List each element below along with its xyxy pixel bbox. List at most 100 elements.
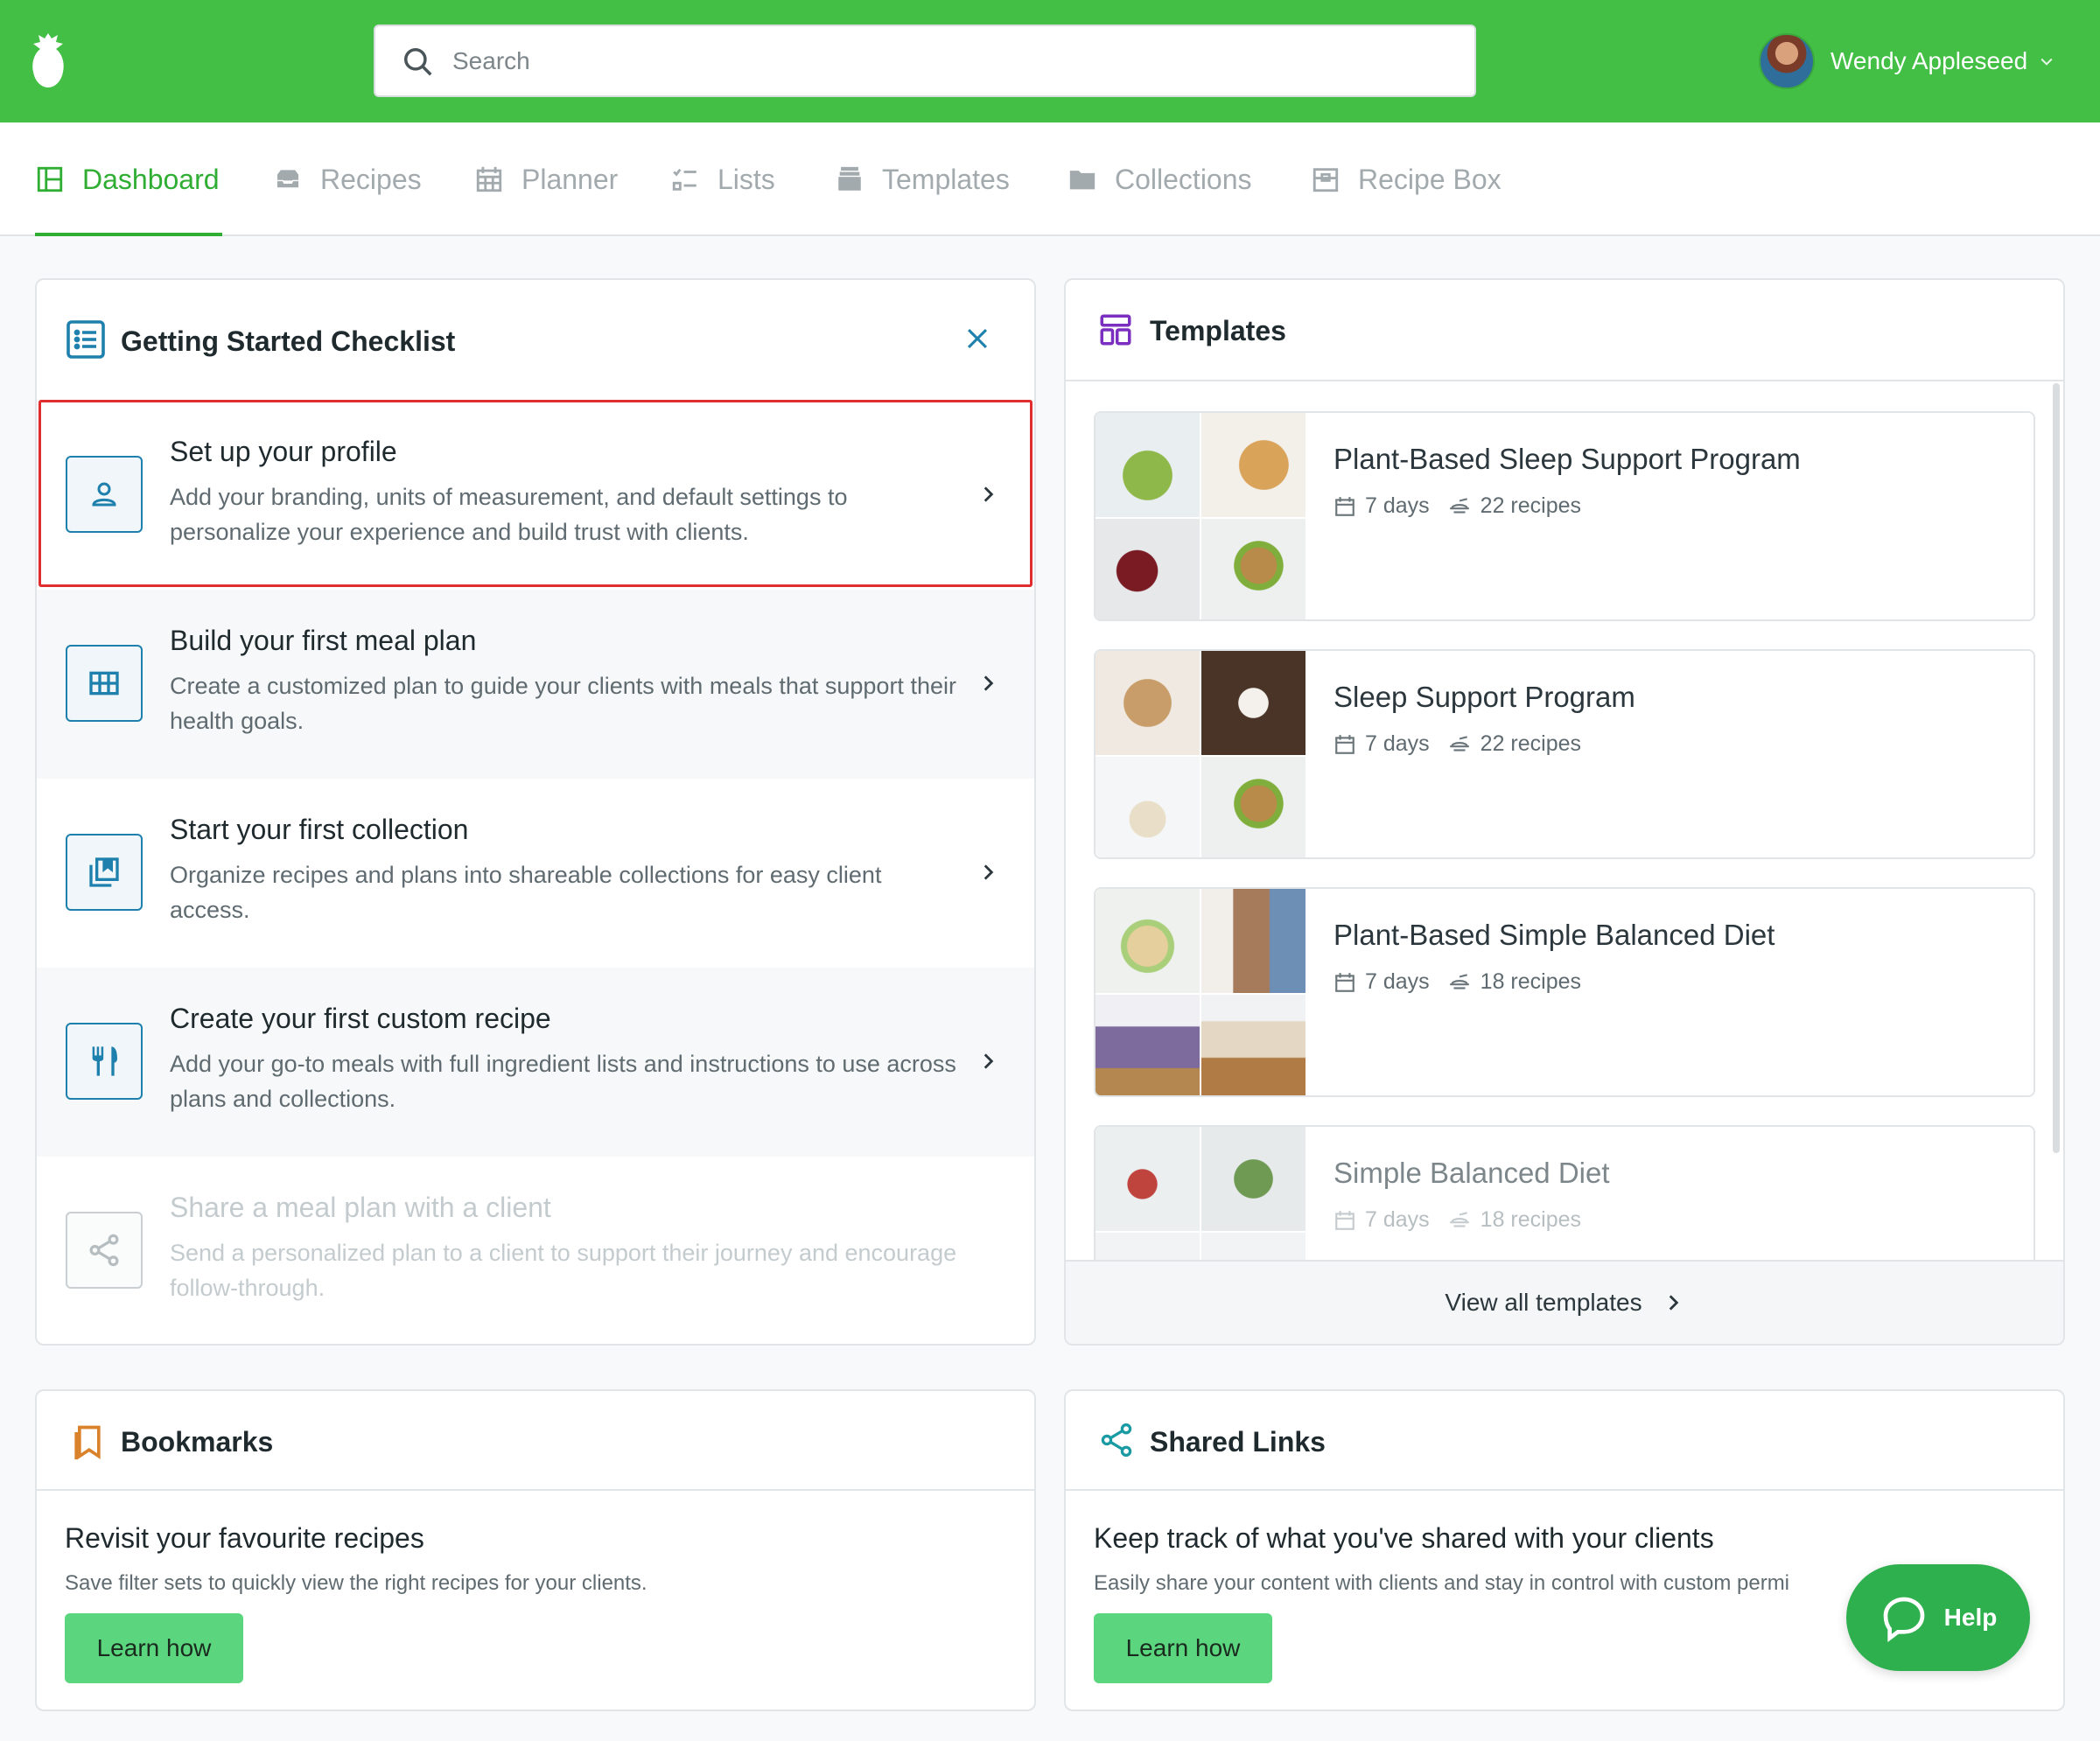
template-meta: 7 days 22 recipes (1334, 731, 1581, 757)
share-icon (89, 1234, 119, 1267)
template-days: 7 days (1365, 731, 1430, 756)
templates-card: Templates Plant-Based Sleep Support Prog… (1064, 278, 2065, 1346)
tab-templates[interactable]: Templates (835, 122, 1010, 236)
dish-icon (1449, 1211, 1469, 1227)
utensils-icon (92, 1046, 117, 1076)
grid-icon (89, 671, 119, 696)
bookmarks-subtitle: Revisit your favourite recipes (65, 1522, 424, 1554)
tab-planner[interactable]: Planner (474, 122, 618, 236)
checklist-item-title: Create your first custom recipe (170, 1003, 551, 1034)
tab-label: Dashboard (82, 163, 220, 195)
template-recipes: 22 recipes (1480, 731, 1582, 756)
chevron-right-icon (1669, 1295, 1678, 1311)
calendar-icon (476, 166, 502, 192)
tab-lists[interactable]: Lists (670, 122, 775, 236)
checklist-item-desc: Organize recipes and plans into shareabl… (170, 862, 882, 923)
calendar-icon (1335, 972, 1354, 992)
template-days: 7 days (1365, 1207, 1430, 1232)
template-recipes: 18 recipes (1480, 969, 1582, 994)
checklist-item-collection[interactable]: Start your first collection Organize rec… (37, 779, 1034, 968)
checklist-item-icon-box (66, 1212, 143, 1289)
tab-collections[interactable]: Collections (1068, 122, 1252, 236)
collection-icon (89, 857, 119, 887)
checklist-item-share-plan: Share a meal plan with a client Send a p… (37, 1157, 1034, 1344)
checklist-title: Getting Started Checklist (121, 325, 456, 357)
bookmarks-card: Bookmarks Revisit your favourite recipes… (35, 1389, 1036, 1711)
template-icon (1100, 314, 1131, 346)
template-recipes: 18 recipes (1480, 1207, 1582, 1232)
user-menu[interactable]: Wendy Appleseed (1759, 31, 2055, 91)
tab-label: Planner (522, 163, 619, 195)
tab-recipes[interactable]: Recipes (273, 122, 422, 236)
top-bar: Wendy Appleseed (0, 0, 2100, 122)
template-card[interactable]: Plant-Based Simple Balanced Diet 7 days … (1094, 887, 2035, 1097)
tab-label: Recipes (320, 163, 422, 195)
bookmarks-learn-button[interactable]: Learn how (65, 1613, 243, 1683)
checklist-item-meal-plan[interactable]: Build your first meal plan Create a cust… (37, 590, 1034, 779)
template-days: 7 days (1365, 493, 1430, 518)
shared-links-header: Shared Links (1066, 1391, 2063, 1491)
main-nav: Dashboard Recipes Planner Lists Template… (0, 122, 2100, 236)
chat-bubble-icon (1883, 1597, 1924, 1642)
checklist-item-profile[interactable]: Set up your profile Add your branding, u… (37, 401, 1034, 590)
bookmark-icon (74, 1425, 101, 1460)
close-icon[interactable] (962, 324, 992, 353)
templates-scrollbar[interactable] (2053, 383, 2060, 1153)
search-input[interactable] (452, 38, 1450, 84)
bookmarks-title: Bookmarks (121, 1426, 274, 1458)
tab-recipe-box[interactable]: Recipe Box (1311, 122, 1502, 236)
user-icon (92, 482, 116, 507)
checklist-item-title: Set up your profile (170, 436, 397, 467)
tab-label: Collections (1115, 163, 1252, 195)
share-icon (1101, 1423, 1132, 1458)
logo-icon[interactable] (30, 30, 66, 89)
shared-links-desc: Easily share your content with clients a… (1094, 1571, 1790, 1595)
template-recipes: 22 recipes (1480, 493, 1582, 518)
checklist-item-desc: Create a customized plan to guide your c… (170, 673, 956, 734)
dish-icon (1449, 973, 1469, 989)
dish-icon (1449, 497, 1469, 514)
view-all-templates-link[interactable]: View all templates (1066, 1260, 2063, 1344)
template-name: Plant-Based Sleep Support Program (1334, 443, 1801, 475)
calendar-icon (1335, 1210, 1354, 1230)
tab-dashboard[interactable]: Dashboard (35, 122, 220, 236)
chevron-right-icon (984, 675, 994, 691)
user-name: Wendy Appleseed (1830, 47, 2028, 74)
avatar[interactable] (1759, 33, 1815, 89)
checklist-header: Getting Started Checklist (37, 280, 1034, 401)
checklist-item-custom-recipe[interactable]: Create your first custom recipe Add your… (37, 968, 1034, 1157)
template-meta: 7 days 18 recipes (1334, 1207, 1581, 1233)
template-thumbnail (1096, 889, 1306, 1095)
bookmarks-desc: Save filter sets to quickly view the rig… (65, 1571, 648, 1595)
templates-title: Templates (1150, 315, 1286, 346)
checklist-card: Getting Started Checklist Set up your pr… (35, 278, 1036, 1346)
bookmarks-header: Bookmarks (37, 1391, 1034, 1491)
chevron-right-icon (984, 864, 994, 880)
checklist-item-icon-box (66, 456, 143, 533)
chevron-down-icon (2040, 58, 2053, 66)
calendar-icon (1335, 734, 1354, 754)
template-card[interactable]: Sleep Support Program 7 days 22 recipes (1094, 649, 2035, 859)
template-thumbnail (1096, 413, 1306, 619)
tab-label: Lists (718, 163, 775, 195)
template-card[interactable]: Plant-Based Sleep Support Program 7 days… (1094, 411, 2035, 621)
checklist-icon (672, 168, 696, 191)
template-name: Sleep Support Program (1334, 681, 1635, 713)
shared-links-learn-button[interactable]: Learn how (1094, 1613, 1272, 1683)
template-name: Plant-Based Simple Balanced Diet (1334, 919, 1775, 951)
tab-label: Recipe Box (1358, 163, 1502, 195)
tab-label: Templates (882, 163, 1010, 195)
chevron-right-icon (984, 1053, 994, 1069)
checklist-item-desc: Send a personalized plan to a client to … (170, 1240, 957, 1301)
search-bar[interactable] (374, 24, 1476, 97)
template-meta: 7 days 18 recipes (1334, 969, 1581, 995)
help-button[interactable]: Help (1846, 1564, 2030, 1671)
templates-list[interactable]: Plant-Based Sleep Support Program 7 days… (1066, 383, 2063, 1344)
checklist-item-title: Share a meal plan with a client (170, 1192, 551, 1223)
checklist-item-desc: Add your go-to meals with full ingredien… (170, 1051, 956, 1112)
help-label: Help (1943, 1604, 1998, 1631)
template-name: Simple Balanced Diet (1334, 1157, 1610, 1189)
template-meta: 7 days 22 recipes (1334, 493, 1581, 519)
folder-icon (1069, 171, 1096, 190)
template-days: 7 days (1365, 969, 1430, 994)
